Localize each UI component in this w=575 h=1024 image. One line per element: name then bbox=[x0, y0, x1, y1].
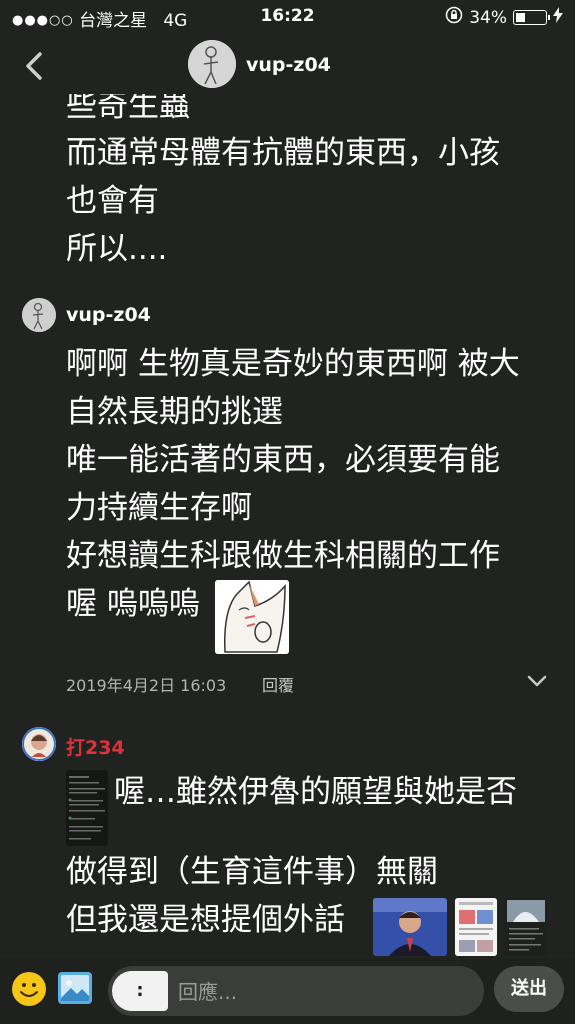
message-line: 喔 嗚嗚嗚 bbox=[66, 586, 200, 622]
message-timestamp: 2019年4月2日 16:03 bbox=[66, 676, 227, 695]
message-line: 而通常母體有抗體的東西，小孩 bbox=[66, 135, 500, 171]
rotation-lock-icon bbox=[445, 6, 463, 29]
composer-bar: : 送出 bbox=[0, 958, 575, 1024]
sketch-avatar-icon bbox=[188, 40, 236, 88]
screenshot-thumbnail-icon bbox=[66, 770, 108, 846]
avatar[interactable] bbox=[188, 40, 236, 88]
message-line: 所以.... bbox=[66, 231, 168, 267]
attached-image[interactable] bbox=[66, 770, 108, 846]
message-line: 力持續生存啊 bbox=[66, 490, 252, 526]
screenshot-thumbnail-icon bbox=[455, 898, 497, 956]
charging-icon bbox=[553, 7, 563, 28]
author-name[interactable]: 打234 bbox=[66, 733, 125, 760]
smiley-icon bbox=[13, 973, 45, 1005]
status-bar: ●●●○○ 台灣之星 4G 16:22 34% bbox=[0, 0, 575, 34]
battery-icon bbox=[513, 10, 550, 25]
avatar[interactable] bbox=[22, 298, 56, 332]
cat-sticker-icon bbox=[215, 580, 289, 654]
sketch-avatar-icon bbox=[22, 298, 56, 332]
page-title: vup-z04 bbox=[246, 54, 331, 76]
message-line: 也會有 bbox=[66, 183, 159, 219]
chat-header: vup-z04 bbox=[0, 34, 575, 96]
status-right: 34% bbox=[445, 6, 563, 29]
message-line: 好想讀生科跟做生科相關的工作 bbox=[66, 538, 500, 574]
back-button[interactable] bbox=[20, 48, 50, 84]
message-line: 啊啊 生物真是奇妙的東西啊 被大 bbox=[66, 346, 520, 382]
avatar[interactable] bbox=[22, 727, 56, 761]
person-avatar-icon bbox=[22, 727, 56, 761]
reply-input-container: : bbox=[108, 966, 484, 1016]
attached-image[interactable] bbox=[373, 898, 447, 956]
message-line: 做得到（生育這件事）無關 bbox=[66, 854, 438, 890]
attached-image[interactable] bbox=[505, 898, 547, 956]
expand-button[interactable] bbox=[526, 672, 548, 694]
battery-fill bbox=[516, 13, 525, 22]
reply-link[interactable]: 回覆 bbox=[262, 672, 294, 696]
chevron-down-icon bbox=[527, 675, 547, 687]
chevron-left-icon bbox=[26, 52, 42, 80]
send-button[interactable]: 送出 bbox=[494, 966, 564, 1012]
battery-percent: 34% bbox=[469, 7, 507, 28]
emoji-button[interactable] bbox=[12, 972, 46, 1006]
sticker-image[interactable] bbox=[215, 580, 289, 654]
message-line: 自然長期的挑選 bbox=[66, 394, 283, 430]
photo-thumbnail-icon bbox=[373, 898, 447, 956]
image-icon bbox=[58, 972, 92, 1004]
screenshot-thumbnail-icon bbox=[505, 898, 547, 956]
attached-image[interactable] bbox=[455, 898, 497, 956]
photo-button[interactable] bbox=[58, 972, 92, 1004]
reply-input[interactable] bbox=[176, 971, 470, 1013]
author-name[interactable]: vup-z04 bbox=[66, 304, 151, 326]
message-line: 喔…雖然伊魯的願望與她是否 bbox=[114, 774, 517, 810]
keyboard-toggle-button[interactable]: : bbox=[112, 971, 168, 1011]
message-line: 但我還是想提個外話 bbox=[66, 902, 345, 938]
message-line: 唯一能活著的東西，必須要有能 bbox=[66, 442, 500, 478]
